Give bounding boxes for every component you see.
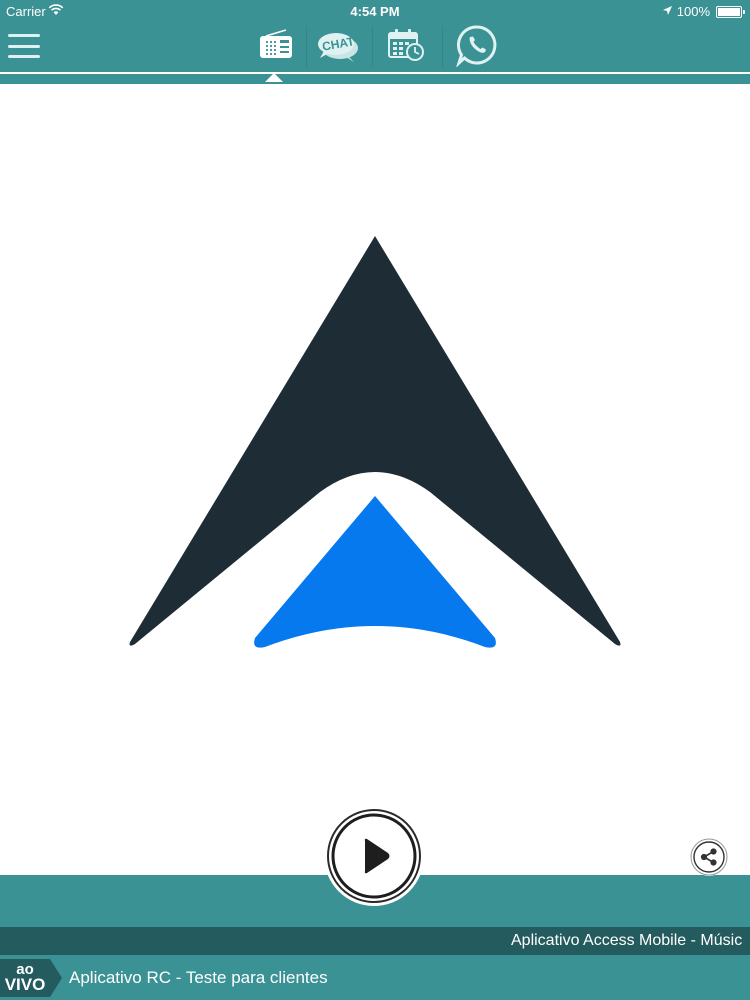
clock: 4:54 PM [350,4,400,19]
top-nav-bar: CHAT [0,22,750,72]
whatsapp-icon [455,23,499,72]
nav-underline [0,72,750,84]
tab-divider [306,26,307,68]
live-badge-line2: VIVO [4,975,46,994]
battery-percent: 100% [676,4,710,19]
now-playing-title: Aplicativo RC - Teste para clientes [69,968,328,987]
tab-divider [442,26,443,68]
play-button[interactable] [326,808,422,904]
battery-icon [716,5,745,18]
now-playing-bar: ao VIVO Aplicativo RC - Teste para clien… [0,955,750,1000]
calendar-icon [387,28,425,67]
tab-whatsapp[interactable] [450,22,504,72]
ticker-bar: Aplicativo Access Mobile - Músic [0,927,750,955]
hamburger-menu-icon[interactable] [6,30,42,62]
radio-icon [258,28,294,66]
tab-radio[interactable] [250,22,302,72]
ticker-text: Aplicativo Access Mobile - Músic [511,932,743,949]
share-button[interactable] [690,838,728,876]
status-bar: Carrier 4:54 PM 100% [0,0,750,22]
tab-chat[interactable]: CHAT [310,22,366,72]
location-arrow-icon [662,4,673,19]
chat-icon: CHAT [316,30,360,64]
active-tab-indicator [265,73,283,82]
tab-divider [372,26,373,68]
live-badge: ao VIVO [0,959,62,997]
tab-calendar[interactable] [378,22,434,72]
access-mobile-logo [125,230,625,660]
